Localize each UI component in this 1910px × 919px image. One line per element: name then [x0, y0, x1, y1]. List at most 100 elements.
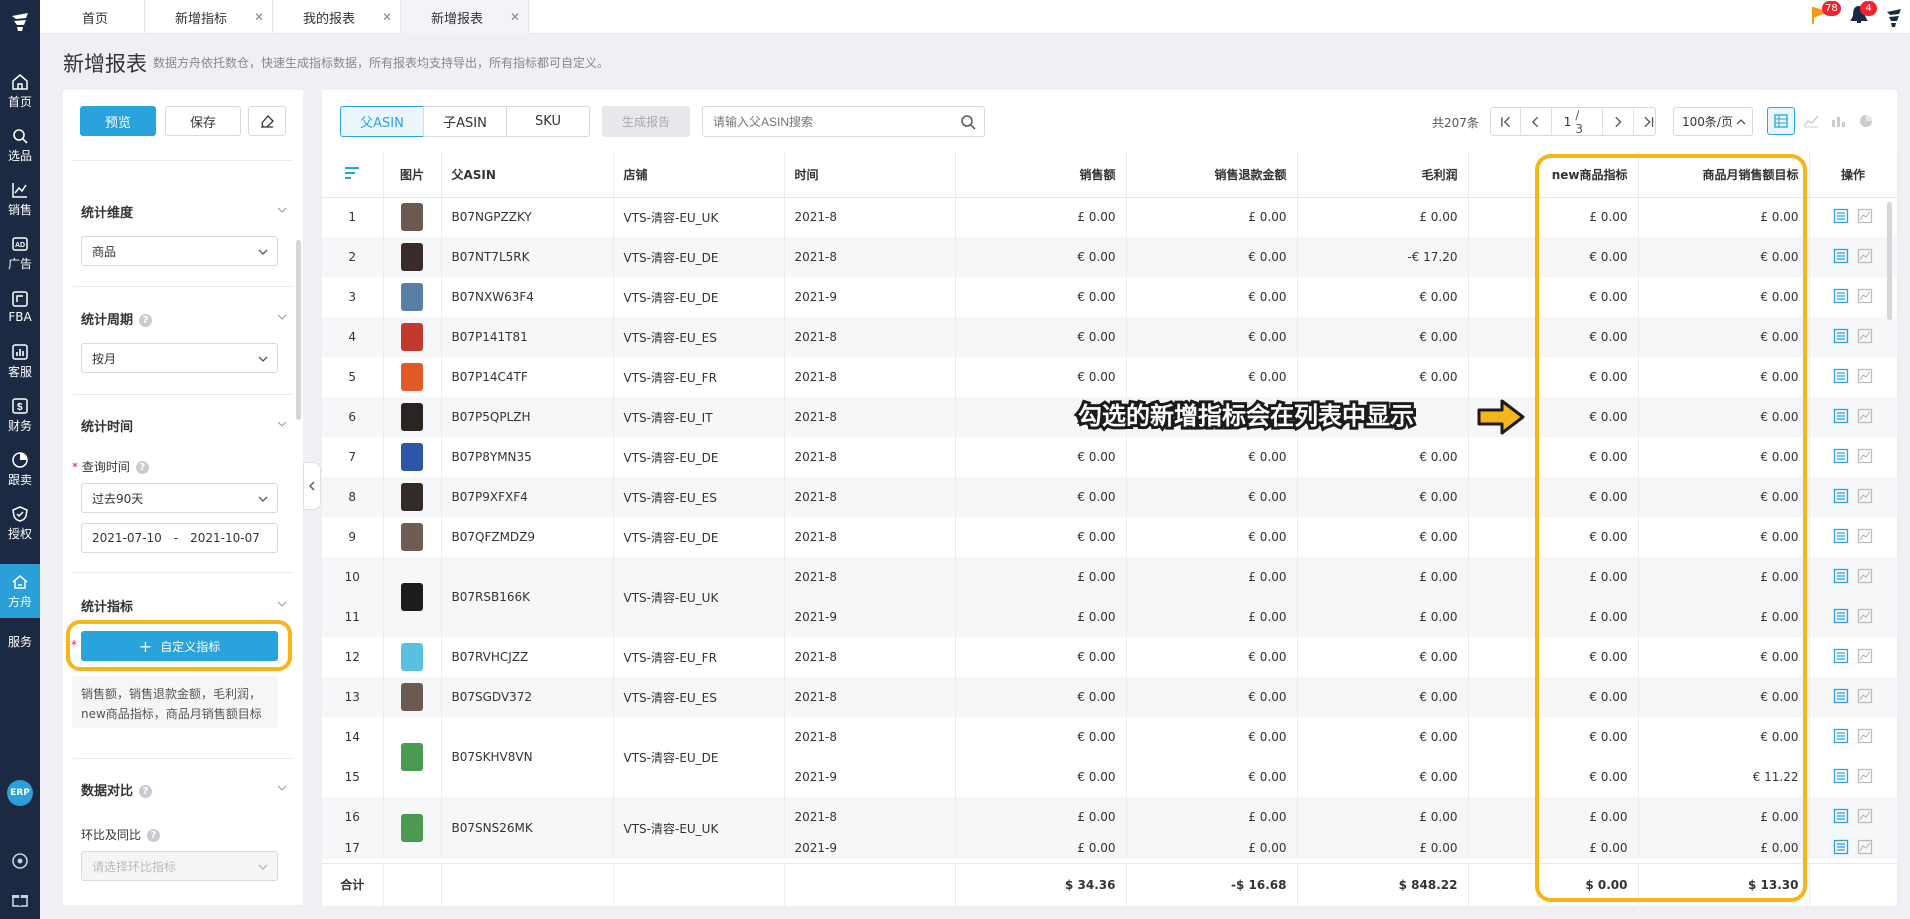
column-settings-icon[interactable] — [322, 152, 384, 198]
chevron-down-icon[interactable] — [275, 597, 289, 611]
help-icon[interactable]: ? — [139, 785, 153, 798]
detail-list-icon[interactable] — [1833, 528, 1849, 544]
chevron-down-icon[interactable] — [275, 417, 289, 431]
help-circle-icon[interactable] — [11, 852, 29, 870]
col-shop[interactable]: 店铺 — [613, 152, 785, 198]
parent-asin[interactable]: B07SKHV8VN — [441, 717, 614, 797]
help-icon[interactable]: ? — [139, 314, 153, 327]
col-sales[interactable]: 销售额 — [955, 152, 1127, 198]
nav-item-9[interactable]: 方舟 — [0, 564, 40, 618]
detail-list-icon[interactable] — [1833, 839, 1849, 855]
tab-parent-asin[interactable]: 父ASIN — [340, 106, 424, 137]
first-page-icon[interactable] — [1499, 115, 1512, 129]
page-size-select[interactable]: 100条/页 — [1673, 107, 1753, 136]
page-current[interactable]: 1 — [1564, 115, 1572, 129]
detail-list-icon[interactable] — [1833, 728, 1849, 744]
trend-icon[interactable] — [1857, 808, 1873, 824]
trend-icon[interactable] — [1857, 408, 1873, 424]
nav-item-0[interactable]: 首页 — [0, 64, 40, 118]
trend-icon[interactable] — [1857, 368, 1873, 384]
nav-item-6[interactable]: $ 财务 — [0, 388, 40, 442]
erp-badge[interactable]: ERP — [7, 780, 33, 806]
trend-icon[interactable] — [1857, 568, 1873, 584]
last-page-icon[interactable] — [1642, 115, 1655, 129]
detail-list-icon[interactable] — [1833, 808, 1849, 824]
parent-asin[interactable]: B07NGPZZKY — [441, 197, 614, 237]
nav-item-5[interactable]: 客服 — [0, 334, 40, 388]
parent-asin[interactable]: B07P8YMN35 — [441, 437, 614, 477]
detail-list-icon[interactable] — [1833, 568, 1849, 584]
trend-icon[interactable] — [1857, 248, 1873, 264]
detail-list-icon[interactable] — [1833, 608, 1849, 624]
detail-list-icon[interactable] — [1833, 648, 1849, 664]
panel-scrollbar[interactable] — [296, 240, 301, 420]
search-box[interactable] — [702, 106, 985, 137]
search-icon[interactable] — [960, 114, 976, 130]
user-icon[interactable] — [1883, 6, 1905, 32]
col-parent-asin[interactable]: 父ASIN — [441, 152, 614, 198]
parent-asin[interactable]: B07P9XFXF4 — [441, 477, 614, 517]
table-scrollbar[interactable] — [1887, 202, 1892, 320]
logo-icon[interactable] — [0, 0, 40, 44]
nav-item-3[interactable]: AD 广告 — [0, 226, 40, 280]
parent-asin[interactable]: B07P141T81 — [441, 317, 614, 357]
parent-asin[interactable]: B07RSB166K — [441, 557, 614, 637]
col-refund[interactable]: 销售退款金额 — [1126, 152, 1298, 198]
trend-icon[interactable] — [1857, 448, 1873, 464]
trend-icon[interactable] — [1857, 208, 1873, 224]
detail-list-icon[interactable] — [1833, 768, 1849, 784]
tab-my-reports[interactable]: 我的报表 ✕ — [273, 0, 401, 34]
trend-icon[interactable] — [1857, 728, 1873, 744]
col-profit[interactable]: 毛利润 — [1297, 152, 1469, 198]
date-range-input[interactable]: 2021-07-10-2021-10-07 — [81, 523, 278, 553]
preview-button[interactable]: 预览 — [80, 106, 156, 136]
detail-list-icon[interactable] — [1833, 448, 1849, 464]
bell-icon[interactable]: 4 — [1848, 1, 1877, 30]
tab-new-report[interactable]: 新增报表 ✕ — [401, 0, 529, 34]
trend-icon[interactable] — [1857, 839, 1873, 855]
close-icon[interactable]: ✕ — [254, 10, 264, 24]
clear-button[interactable] — [248, 106, 286, 136]
save-button[interactable]: 保存 — [165, 106, 241, 136]
trend-icon[interactable] — [1857, 328, 1873, 344]
trend-icon[interactable] — [1857, 768, 1873, 784]
parent-asin[interactable]: B07P14C4TF — [441, 357, 614, 397]
detail-list-icon[interactable] — [1833, 408, 1849, 424]
pie-chart-icon[interactable] — [1858, 113, 1874, 129]
detail-list-icon[interactable] — [1833, 368, 1849, 384]
trend-icon[interactable] — [1857, 288, 1873, 304]
parent-asin[interactable]: B07QFZMDZ9 — [441, 517, 614, 557]
parent-asin[interactable]: B07SGDV372 — [441, 677, 614, 717]
next-page-icon[interactable] — [1611, 115, 1624, 129]
query-time-select[interactable]: 过去90天 — [81, 483, 278, 513]
nav-item-10[interactable]: 服务 — [0, 614, 40, 668]
chevron-down-icon[interactable] — [275, 781, 289, 795]
trend-icon[interactable] — [1857, 528, 1873, 544]
detail-list-icon[interactable] — [1833, 688, 1849, 704]
trend-icon[interactable] — [1857, 608, 1873, 624]
chevron-down-icon[interactable] — [275, 310, 289, 324]
parent-asin[interactable]: B07SNS26MK — [441, 797, 614, 859]
tab-new-metric[interactable]: 新增指标 ✕ — [145, 0, 273, 34]
nav-item-8[interactable]: 授权 — [0, 496, 40, 550]
bar-chart-icon[interactable] — [1830, 114, 1846, 128]
parent-asin[interactable]: B07NXW63F4 — [441, 277, 614, 317]
help-icon[interactable]: ? — [135, 461, 149, 474]
compare-select[interactable]: 请选择环比指标 — [81, 851, 278, 881]
tab-child-asin[interactable]: 子ASIN — [423, 106, 507, 137]
trend-icon[interactable] — [1857, 688, 1873, 704]
table-view-icon[interactable] — [1767, 107, 1795, 135]
parent-asin[interactable]: B07RVHCJZZ — [441, 637, 614, 677]
help-icon[interactable]: ? — [147, 829, 161, 842]
chevron-down-icon[interactable] — [275, 203, 289, 217]
detail-list-icon[interactable] — [1833, 288, 1849, 304]
tab-home[interactable]: 首页 — [40, 0, 145, 34]
col-time[interactable]: 时间 — [784, 152, 956, 198]
flag-icon[interactable]: 78 — [1808, 1, 1841, 30]
collapse-panel-button[interactable] — [303, 462, 321, 510]
detail-list-icon[interactable] — [1833, 488, 1849, 504]
line-chart-icon[interactable] — [1803, 114, 1819, 128]
detail-list-icon[interactable] — [1833, 248, 1849, 264]
nav-item-1[interactable]: 选品 — [0, 118, 40, 172]
parent-asin[interactable]: B07NT7L5RK — [441, 237, 614, 277]
